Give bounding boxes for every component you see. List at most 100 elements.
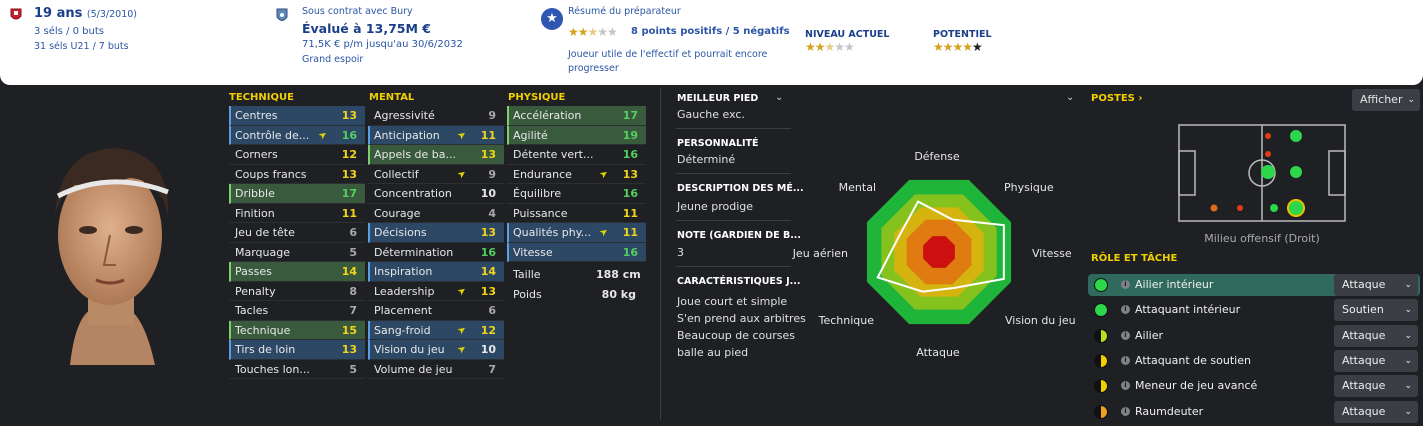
duty-dropdown[interactable]: Attaque ⌄	[1334, 274, 1418, 296]
attribute-row[interactable]: Accélération 17	[507, 106, 646, 126]
attribute-row[interactable]: Vitesse 16	[507, 242, 646, 262]
attribute-value: 13	[341, 109, 357, 122]
coach-points[interactable]: 8 points positifs / 5 négatifs	[631, 26, 790, 37]
info-icon[interactable]: i	[1121, 381, 1130, 391]
radar-label: Défense	[914, 150, 960, 163]
chevron-down-icon: ⌄	[1404, 355, 1412, 366]
player-portrait	[55, 148, 169, 365]
attribute-label: Détente vert...	[513, 148, 594, 161]
attribute-row[interactable]: Technique 15	[229, 320, 365, 340]
attribute-row[interactable]: Détente vert... 16	[507, 145, 646, 165]
trend-arrow-icon: ➤	[455, 167, 469, 181]
attribute-row[interactable]: Coups francs 13	[229, 165, 365, 184]
duty-dropdown[interactable]: Attaque ⌄	[1334, 375, 1418, 398]
attribute-row[interactable]: Dribble 17	[229, 184, 365, 204]
attribute-row[interactable]: Anticipation ➤ 11	[368, 125, 504, 145]
attribute-row[interactable]: Leadership ➤ 13	[368, 282, 504, 301]
info-icon[interactable]: i	[1121, 280, 1130, 289]
attribute-label: Technique	[235, 323, 291, 337]
radar-label: Technique	[818, 314, 875, 327]
attribute-row[interactable]: Concentration 10	[368, 184, 504, 204]
duty-dropdown[interactable]: Attaque ⌄	[1334, 324, 1418, 347]
role-suitability-icon	[1094, 353, 1108, 368]
attribute-row[interactable]: Inspiration 14	[368, 262, 504, 282]
chevron-down-icon: ⌄	[1404, 406, 1412, 417]
duty-dropdown[interactable]: Attaque ⌄	[1334, 400, 1418, 423]
attribute-row[interactable]: Jeu de tête 6	[229, 223, 365, 243]
caps-goals[interactable]: 3 séls / 0 buts	[34, 26, 104, 37]
attribute-row[interactable]: Courage 4	[368, 204, 504, 223]
duty-dropdown[interactable]: Soutien ⌄	[1334, 299, 1418, 322]
trait-item: Beaucoup de courses	[677, 329, 796, 342]
attribute-row[interactable]: Contrôle de... ➤ 16	[229, 125, 365, 145]
positions-heading[interactable]: POSTES ›	[1091, 93, 1143, 104]
chevron-down-icon: ⌄	[1404, 381, 1412, 392]
attribute-value: 7	[349, 304, 357, 317]
role-row[interactable]: i Ailier intérieur Attaque ⌄	[1088, 274, 1420, 296]
attribute-value: 6	[349, 226, 357, 239]
info-icon[interactable]: i	[1121, 406, 1130, 416]
duty-dropdown[interactable]: Attaque ⌄	[1334, 349, 1418, 372]
attribute-radar-chart: Défense Physique Vitesse Vision du jeu Attaq…	[792, 150, 1076, 359]
attribute-row[interactable]: Agressivité 9	[368, 106, 504, 126]
attribute-value: 16	[480, 245, 496, 259]
attribute-row[interactable]: Penalty 8	[229, 282, 365, 301]
coach-report-title[interactable]: Résumé du préparateur	[568, 6, 681, 17]
attribute-label: Accélération	[513, 109, 582, 122]
attribute-row[interactable]: Tacles 7	[229, 301, 365, 321]
attribute-row[interactable]: Centres 13	[229, 106, 365, 126]
chevron-down-icon[interactable]: ⌄	[775, 92, 783, 103]
attribute-value: 13	[480, 284, 496, 298]
attribute-row[interactable]: Détermination 16	[368, 243, 504, 262]
attribute-row[interactable]: Équilibre 16	[507, 184, 646, 204]
goalkeeper-rating-value: 3	[677, 246, 684, 259]
attribute-row[interactable]: Appels de ba... 13	[368, 145, 504, 165]
attribute-row[interactable]: Décisions 13	[368, 223, 504, 243]
attribute-row[interactable]: Vision du jeu ➤ 10	[368, 340, 504, 360]
current-ability-stars: ★★★★★	[805, 40, 855, 54]
role-row[interactable]: i Ailier Attaque ⌄	[1088, 324, 1420, 347]
role-name: Attaquant intérieur	[1135, 303, 1241, 317]
position-caption: Milieu offensif (Droit)	[1204, 232, 1320, 245]
role-name: Raumdeuter	[1135, 404, 1204, 418]
info-icon[interactable]: i	[1121, 355, 1130, 365]
attribute-row[interactable]: Collectif ➤ 9	[368, 165, 504, 184]
role-row[interactable]: i Attaquant intérieur Soutien ⌄	[1088, 299, 1420, 322]
role-row[interactable]: i Raumdeuter Attaque ⌄	[1088, 400, 1420, 423]
attribute-label: Centres	[235, 109, 278, 122]
attribute-row[interactable]: Puissance 11	[507, 204, 646, 223]
info-icon[interactable]: i	[1121, 330, 1130, 340]
attribute-row[interactable]: Placement 6	[368, 301, 504, 321]
radar-label: Vision du jeu	[1005, 314, 1076, 327]
contract-status[interactable]: Sous contrat avec Bury	[302, 6, 413, 17]
pitch-positions-map[interactable]	[1178, 124, 1346, 222]
position-dot	[1270, 204, 1278, 212]
divider	[676, 173, 791, 174]
coach-report-star-icon[interactable]: ★	[541, 8, 563, 30]
attribute-row[interactable]: Sang-froid ➤ 12	[368, 320, 504, 340]
u21-caps-goals[interactable]: 31 séls U21 / 7 buts	[34, 41, 129, 52]
attribute-row[interactable]: Corners 12	[229, 145, 365, 165]
role-row[interactable]: i Attaquant de soutien Attaque ⌄	[1088, 349, 1420, 372]
attribute-row[interactable]: Qualités phy... ➤ 11	[507, 223, 646, 243]
chevron-down-icon: ⌄	[1407, 95, 1415, 105]
attribute-row[interactable]: Agilité 19	[507, 125, 646, 145]
attribute-row[interactable]: Finition 11	[229, 204, 365, 223]
attribute-row[interactable]: Volume de jeu 7	[368, 360, 504, 379]
info-icon[interactable]: i	[1121, 305, 1130, 315]
divider	[660, 88, 661, 420]
duty-label: Attaque	[1342, 328, 1386, 342]
attribute-value: 13	[622, 167, 638, 181]
attribute-label: Courage	[374, 206, 421, 220]
attribute-row[interactable]: Touches lon... 5	[229, 360, 365, 379]
attribute-row[interactable]: Marquage 5	[229, 243, 365, 262]
role-row[interactable]: i Meneur de jeu avancé Attaque ⌄	[1088, 375, 1420, 398]
attribute-label: Vision du jeu	[374, 343, 445, 356]
attribute-row[interactable]: Tirs de loin 13	[229, 340, 365, 360]
show-dropdown[interactable]: Afficher ⌄	[1352, 89, 1420, 111]
attribute-value: 4	[488, 206, 496, 220]
attribute-value: 11	[341, 206, 357, 220]
attribute-row[interactable]: Endurance ➤ 13	[507, 165, 646, 184]
chevron-down-icon[interactable]: ⌄	[1066, 92, 1074, 103]
attribute-row[interactable]: Passes 14	[229, 262, 365, 282]
